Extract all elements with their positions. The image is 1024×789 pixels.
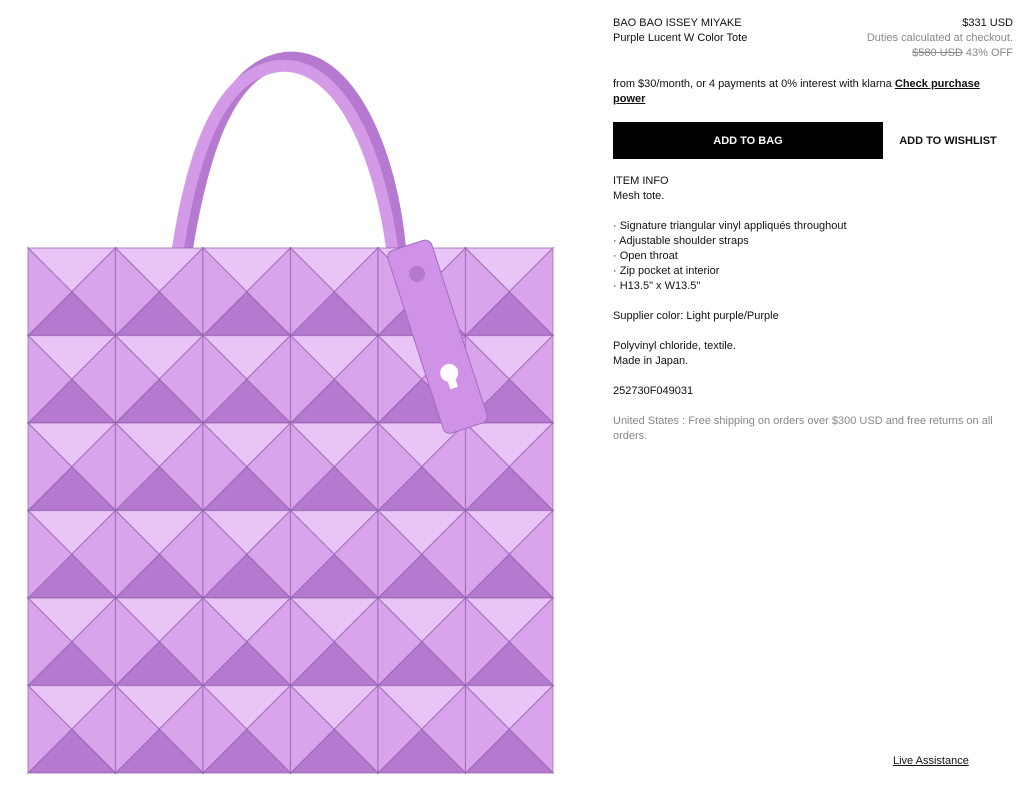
supplier-color: Supplier color: Light purple/Purple: [613, 310, 779, 322]
product-actions: ADD TO BAG ADD TO WISHLIST: [613, 122, 1013, 159]
triangle-tile-grid: [26, 246, 555, 775]
item-summary: Mesh tote.: [613, 190, 665, 202]
feature-item: · H13.5" x W13.5": [613, 280, 701, 292]
price-block: $331 USD Duties calculated at checkout. …: [867, 16, 1013, 61]
product-name: Purple Lucent W Color Tote: [613, 32, 748, 44]
duties-note: Duties calculated at checkout.: [866, 32, 1013, 44]
origin: Made in Japan.: [613, 355, 689, 367]
product-info-panel: BAO BAO ISSEY MIYAKE Purple Lucent W Col…: [613, 16, 1013, 444]
add-to-wishlist-button[interactable]: ADD TO WISHLIST: [883, 122, 1013, 159]
discount-badge: 43% OFF: [965, 47, 1013, 59]
product-image[interactable]: [20, 8, 565, 783]
brand-name[interactable]: BAO BAO ISSEY MIYAKE: [613, 16, 747, 31]
add-to-bag-button[interactable]: ADD TO BAG: [613, 122, 883, 159]
product-header: BAO BAO ISSEY MIYAKE Purple Lucent W Col…: [613, 16, 1013, 61]
material: Polyvinyl chloride, textile.: [613, 340, 736, 352]
product-sku: 252730F049031: [613, 385, 694, 397]
feature-item: · Open throat: [613, 250, 678, 262]
item-info-section: ITEM INFO Mesh tote. · Signature triangu…: [613, 174, 1013, 444]
feature-item: · Adjustable shoulder straps: [613, 235, 749, 247]
discount-line: $580 USD 43% OFF: [867, 46, 1013, 61]
shipping-info: United States : Free shipping on orders …: [613, 415, 993, 442]
live-assistance-link[interactable]: Live Assistance: [893, 754, 969, 769]
tote-bag-illustration: [26, 51, 555, 775]
klarna-info: from $30/month, or 4 payments at 0% inte…: [613, 77, 1013, 107]
klarna-text: from $30/month, or 4 payments at 0% inte…: [613, 78, 892, 90]
item-info-heading: ITEM INFO: [613, 175, 669, 187]
original-price: $580 USD: [912, 47, 963, 59]
feature-item: · Zip pocket at interior: [613, 265, 720, 277]
product-title-block: BAO BAO ISSEY MIYAKE Purple Lucent W Col…: [613, 16, 747, 61]
feature-item: · Signature triangular vinyl appliqués t…: [613, 220, 847, 232]
current-price: $331 USD: [962, 17, 1013, 29]
